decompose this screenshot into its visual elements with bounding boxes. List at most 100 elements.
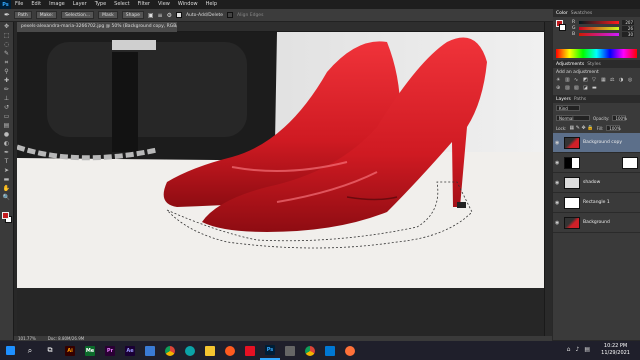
opacity-field[interactable]: 100% [612, 115, 627, 121]
tab-color[interactable]: Color [556, 11, 568, 16]
brush-tool-icon[interactable]: ✏ [2, 86, 12, 94]
stamp-tool-icon[interactable]: ⊥ [2, 95, 12, 103]
pen-tool-icon[interactable]: ✒ [4, 11, 10, 19]
tab-adjustments[interactable]: Adjustments [556, 62, 584, 67]
illustrator-icon[interactable]: Ai [60, 341, 80, 360]
zoom-tool-icon[interactable]: 🔍 [2, 194, 12, 202]
layer-row[interactable]: ◉ Rectangle 1 [553, 193, 640, 213]
invert-icon[interactable]: ▨ [565, 86, 571, 91]
marquee-tool-icon[interactable]: ⬚ [2, 32, 12, 40]
blend-mode-dropdown[interactable]: Normal [556, 115, 590, 121]
type-tool-icon[interactable]: T [2, 158, 12, 166]
menu-window[interactable]: Window [174, 0, 202, 9]
media-encoder-icon[interactable]: Me [80, 341, 100, 360]
hue-saturation-icon[interactable]: ▦ [601, 78, 607, 83]
mail-icon[interactable] [320, 341, 340, 360]
red-slider[interactable] [579, 20, 619, 24]
eraser-tool-icon[interactable]: ▭ [2, 113, 12, 121]
crop-tool-icon[interactable]: ⌗ [2, 59, 12, 67]
volume-icon[interactable]: ♪ [575, 346, 579, 353]
photoshop-taskbar-icon[interactable]: Ps [260, 341, 280, 360]
menu-layer[interactable]: Layer [69, 0, 91, 9]
green-slider[interactable] [579, 26, 619, 30]
tab-swatches[interactable]: Swatches [571, 11, 593, 16]
tab-layers[interactable]: Layers [556, 97, 571, 102]
menu-image[interactable]: Image [45, 0, 69, 9]
network-icon[interactable]: ⌂ [567, 346, 571, 353]
layer-name[interactable]: Rectangle 1 [583, 200, 610, 205]
layer-name[interactable]: Background [583, 220, 610, 225]
make-selection-button[interactable]: Make: [35, 11, 58, 19]
menu-help[interactable]: Help [202, 0, 221, 9]
layer-name[interactable]: shadow [583, 180, 600, 185]
menu-file[interactable]: File [11, 0, 27, 9]
history-brush-tool-icon[interactable]: ↺ [2, 104, 12, 112]
layer-name[interactable]: Background copy [583, 140, 622, 145]
color-balance-icon[interactable]: ⚖ [610, 78, 616, 83]
app-icon[interactable] [220, 341, 240, 360]
menu-view[interactable]: View [154, 0, 174, 9]
app-icon[interactable] [240, 341, 260, 360]
dodge-tool-icon[interactable]: ◐ [2, 140, 12, 148]
kind-filter-dropdown[interactable]: Kind [556, 105, 580, 111]
eyedropper-tool-icon[interactable]: ⚲ [2, 68, 12, 76]
healing-tool-icon[interactable]: ✚ [2, 77, 12, 85]
channel-mixer-icon[interactable]: ⊕ [556, 86, 562, 91]
document-canvas[interactable] [17, 32, 544, 288]
chrome-icon[interactable] [300, 341, 320, 360]
task-view-icon[interactable]: ⧉ [40, 341, 60, 360]
tab-paths[interactable]: Paths [574, 97, 586, 102]
levels-icon[interactable]: ▥ [565, 78, 571, 83]
explorer-icon[interactable] [200, 341, 220, 360]
eye-icon[interactable]: ◉ [555, 140, 561, 146]
eye-icon[interactable]: ◉ [555, 180, 561, 186]
path-align-icon[interactable]: ≡ [158, 12, 163, 19]
taskbar-clock[interactable]: 10:22 PM 11/29/2021 [601, 343, 630, 357]
vibrance-icon[interactable]: ▽ [592, 78, 598, 83]
lock-icons[interactable]: ▦ ✎ ✥ 🔒 [569, 125, 593, 131]
vertical-scrollbar[interactable] [544, 22, 552, 338]
align-edges-checkbox[interactable] [227, 12, 234, 18]
path-select-tool-icon[interactable]: ➤ [2, 167, 12, 175]
edge-icon[interactable] [180, 341, 200, 360]
blue-slider[interactable] [579, 32, 619, 36]
eye-icon[interactable]: ◉ [555, 160, 561, 166]
blue-value[interactable]: 30 [622, 31, 634, 37]
eye-icon[interactable]: ◉ [555, 200, 561, 206]
panel-bg-swatch[interactable] [559, 24, 566, 31]
posterize-icon[interactable]: ▧ [574, 86, 580, 91]
layer-row[interactable]: ◉ Background [553, 213, 640, 233]
fill-field[interactable]: 100% [606, 125, 621, 131]
tab-styles[interactable]: Styles [587, 62, 601, 67]
gradient-tool-icon[interactable]: ▤ [2, 122, 12, 130]
layer-row[interactable]: ◉ Background copy [553, 133, 640, 153]
search-icon[interactable]: ⌕ [20, 341, 40, 360]
threshold-icon[interactable]: ◪ [583, 86, 589, 91]
menu-select[interactable]: Select [110, 0, 133, 9]
windows-start-icon[interactable] [0, 341, 20, 360]
chrome-icon[interactable] [160, 341, 180, 360]
notification-icon[interactable]: ▤ [584, 346, 590, 353]
mask-button[interactable]: Mask [98, 11, 118, 19]
hand-tool-icon[interactable]: ✋ [2, 185, 12, 193]
document-tab[interactable]: pexels-alexandra-maria-3266702.jpg @ 50%… [17, 22, 177, 32]
green-value[interactable]: 26 [622, 25, 634, 31]
firefox-icon[interactable] [340, 341, 360, 360]
brightness-icon[interactable]: ☀ [556, 78, 562, 83]
menu-type[interactable]: Type [91, 0, 110, 9]
shape-button[interactable]: Shape [121, 11, 144, 19]
red-value[interactable]: 207 [622, 19, 634, 25]
after-effects-icon[interactable]: Ae [120, 341, 140, 360]
color-spectrum[interactable] [556, 49, 637, 58]
settings-gear-icon[interactable]: ⚙ [167, 12, 172, 19]
photo-filter-icon[interactable]: ◎ [628, 78, 634, 83]
quick-select-tool-icon[interactable]: ✎ [2, 50, 12, 58]
eye-icon[interactable]: ◉ [555, 220, 561, 226]
path-mode-dropdown[interactable]: Path [13, 11, 32, 19]
gradient-map-icon[interactable]: ▬ [592, 86, 598, 91]
layer-mask-thumbnail[interactable] [622, 156, 638, 169]
blur-tool-icon[interactable]: ● [2, 131, 12, 139]
files-icon[interactable] [140, 341, 160, 360]
selection-button[interactable]: Selection... [61, 11, 95, 19]
exposure-icon[interactable]: ◩ [583, 78, 589, 83]
